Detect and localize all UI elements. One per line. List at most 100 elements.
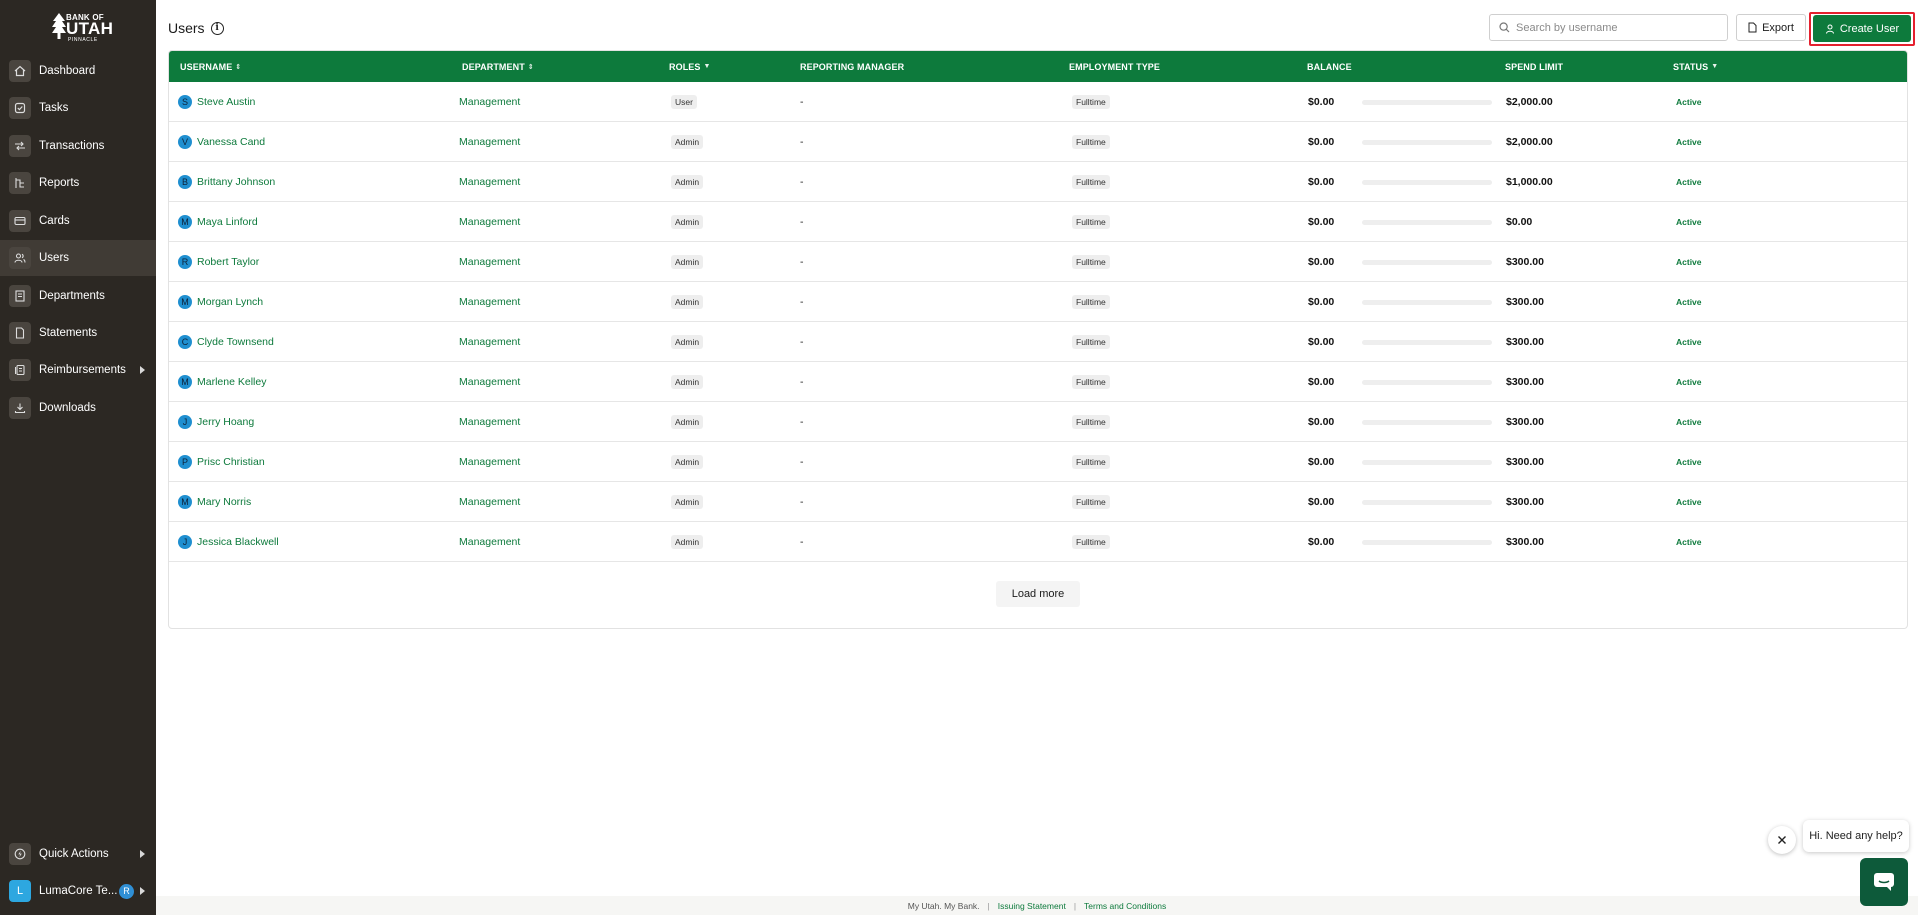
role-badge: Admin — [671, 495, 704, 509]
sidebar-item-label: Departments — [39, 290, 105, 302]
username-link[interactable]: Steve Austin — [197, 96, 255, 108]
username-cell[interactable]: P Prisc Christian — [178, 442, 265, 482]
sort-icon: ⇕ — [235, 63, 242, 71]
table-row[interactable]: B Brittany Johnson Management Admin - Fulltim… — [169, 162, 1907, 202]
table-row[interactable]: P Prisc Christian Management Admin - Fulltime… — [169, 442, 1907, 482]
export-button[interactable]: Export — [1736, 14, 1806, 41]
username-cell[interactable]: M Maya Linford — [178, 202, 258, 242]
role-badge: Admin — [671, 255, 704, 269]
table-row[interactable]: J Jerry Hoang Management Admin - Fulltime $0.0… — [169, 402, 1907, 442]
manager-cell: - — [800, 256, 804, 268]
issuing-statement-link[interactable]: Issuing Statement — [998, 901, 1066, 911]
terms-link[interactable]: Terms and Conditions — [1084, 901, 1166, 911]
username-link[interactable]: Prisc Christian — [197, 456, 265, 468]
username-cell[interactable]: J Jerry Hoang — [178, 402, 254, 442]
username-link[interactable]: Marlene Kelley — [197, 376, 266, 388]
spend-progress-bar — [1362, 340, 1492, 345]
sidebar-item-downloads[interactable]: Downloads — [0, 390, 156, 426]
sidebar-item-label: Cards — [39, 215, 70, 227]
load-more-button[interactable]: Load more — [996, 581, 1080, 607]
table-row[interactable]: R Robert Taylor Management Admin - Fulltime $0… — [169, 242, 1907, 282]
username-link[interactable]: Robert Taylor — [197, 256, 259, 268]
sidebar-item-cards[interactable]: Cards — [0, 203, 156, 239]
username-cell[interactable]: C Clyde Townsend — [178, 322, 274, 362]
chat-launcher-button[interactable] — [1860, 858, 1908, 906]
building-icon — [9, 285, 31, 307]
sidebar-item-reimbursements[interactable]: Reimbursements — [0, 352, 156, 388]
chat-greeting[interactable]: Hi. Need any help? — [1803, 820, 1909, 852]
sidebar-item-tasks[interactable]: Tasks — [0, 90, 156, 126]
username-cell[interactable]: V Vanessa Cand — [178, 122, 265, 162]
department-cell[interactable]: Management — [459, 482, 520, 522]
username-link[interactable]: Jerry Hoang — [197, 416, 254, 428]
logo-line2: UTAH — [66, 19, 114, 38]
table-row[interactable]: S Steve Austin Management User - Fulltime $0.0… — [169, 82, 1907, 122]
table-row[interactable]: M Maya Linford Management Admin - Fulltime $0.… — [169, 202, 1907, 242]
sidebar-item-dashboard[interactable]: Dashboard — [0, 53, 156, 89]
username-link[interactable]: Morgan Lynch — [197, 296, 263, 308]
employment-badge: Fulltime — [1072, 455, 1110, 469]
username-link[interactable]: Vanessa Cand — [197, 136, 265, 148]
department-cell[interactable]: Management — [459, 362, 520, 402]
username-cell[interactable]: R Robert Taylor — [178, 242, 259, 282]
manager-cell: - — [800, 176, 804, 188]
username-link[interactable]: Mary Norris — [197, 496, 251, 508]
table-row[interactable]: C Clyde Townsend Management Admin - Fulltime $… — [169, 322, 1907, 362]
search-input[interactable] — [1516, 21, 1716, 34]
spend-limit-cell: $300.00 — [1506, 336, 1544, 348]
workspace-name: LumaCore Te... — [39, 885, 118, 897]
footer-separator: | — [987, 900, 990, 911]
username-cell[interactable]: M Marlene Kelley — [178, 362, 266, 402]
department-cell[interactable]: Management — [459, 282, 520, 322]
username-cell[interactable]: S Steve Austin — [178, 82, 255, 122]
username-cell[interactable]: M Morgan Lynch — [178, 282, 263, 322]
role-cell: Admin — [671, 442, 704, 482]
create-user-button[interactable]: Create User — [1813, 15, 1911, 42]
username-link[interactable]: Jessica Blackwell — [197, 536, 279, 548]
balance-cell: $0.00 — [1308, 416, 1335, 428]
sidebar-item-departments[interactable]: Departments — [0, 278, 156, 314]
department-cell[interactable]: Management — [459, 442, 520, 482]
employment-cell: Fulltime — [1072, 522, 1110, 562]
username-cell[interactable]: B Brittany Johnson — [178, 162, 275, 202]
info-icon[interactable]: i — [210, 21, 224, 35]
department-cell[interactable]: Management — [459, 402, 520, 442]
role-cell: Admin — [671, 322, 704, 362]
username-link[interactable]: Brittany Johnson — [197, 176, 275, 188]
username-link[interactable]: Maya Linford — [197, 216, 258, 228]
col-username[interactable]: USERNAME ⇕ — [180, 51, 241, 82]
manager-cell: - — [800, 456, 804, 468]
table-row[interactable]: M Marlene Kelley Management Admin - Fulltime $… — [169, 362, 1907, 402]
quick-actions[interactable]: Quick Actions — [0, 836, 156, 872]
department-cell[interactable]: Management — [459, 162, 520, 202]
home-icon — [9, 60, 31, 82]
username-cell[interactable]: J Jessica Blackwell — [178, 522, 279, 562]
username-cell[interactable]: M Mary Norris — [178, 482, 251, 522]
spend-progress-bar — [1362, 140, 1492, 145]
sidebar-item-reports[interactable]: Reports — [0, 165, 156, 201]
manager-cell: - — [800, 376, 804, 388]
username-link[interactable]: Clyde Townsend — [197, 336, 274, 348]
col-status[interactable]: STATUS ▼ — [1673, 51, 1718, 82]
department-cell[interactable]: Management — [459, 522, 520, 562]
avatar: J — [178, 535, 192, 549]
table-row[interactable]: J Jessica Blackwell Management Admin - Fullti… — [169, 522, 1907, 562]
department-cell[interactable]: Management — [459, 82, 520, 122]
table-row[interactable]: V Vanessa Cand Management Admin - Fulltime $0.… — [169, 122, 1907, 162]
employment-cell: Fulltime — [1072, 242, 1110, 282]
bank-logo[interactable]: BANK OF UTAH PINNACLE — [50, 10, 114, 43]
department-cell[interactable]: Management — [459, 122, 520, 162]
department-cell[interactable]: Management — [459, 322, 520, 362]
department-cell[interactable]: Management — [459, 202, 520, 242]
department-cell[interactable]: Management — [459, 242, 520, 282]
col-department[interactable]: DEPARTMENT ⇕ — [462, 51, 534, 82]
sidebar-item-transactions[interactable]: Transactions — [0, 128, 156, 164]
col-roles[interactable]: ROLES ▼ — [669, 51, 711, 82]
sidebar-item-statements[interactable]: Statements — [0, 315, 156, 351]
chat-close-button[interactable] — [1768, 826, 1796, 854]
sidebar-item-users[interactable]: Users — [0, 240, 156, 276]
file-icon — [1748, 22, 1757, 33]
table-row[interactable]: M Mary Norris Management Admin - Fulltime $0.0… — [169, 482, 1907, 522]
workspace-switcher[interactable]: L LumaCore Te... R — [0, 873, 156, 909]
table-row[interactable]: M Morgan Lynch Management Admin - Fulltime $0.… — [169, 282, 1907, 322]
